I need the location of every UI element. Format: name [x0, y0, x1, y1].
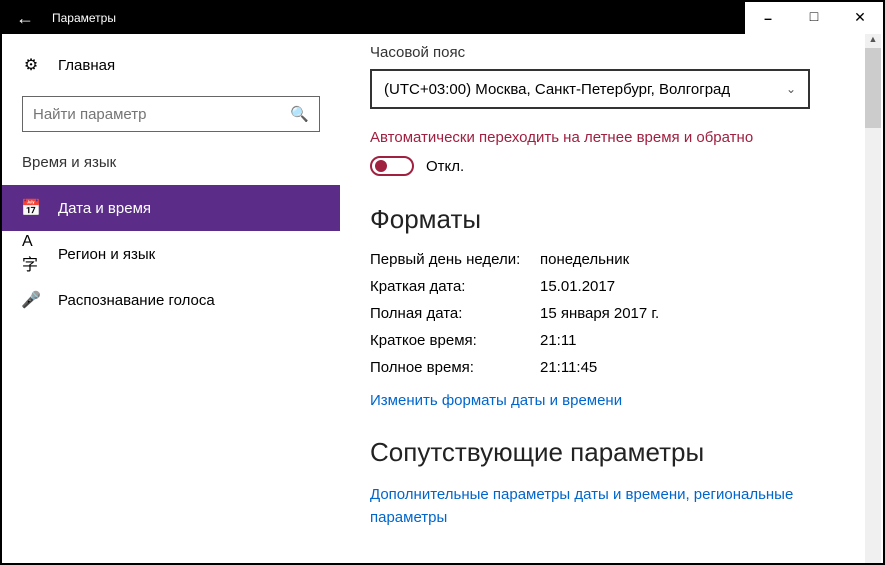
sidebar-item-region[interactable]: A字 Регион и язык	[2, 231, 340, 277]
close-button[interactable]: ✕	[837, 2, 883, 34]
back-button[interactable]: ←	[2, 8, 48, 29]
sidebar-item-speech[interactable]: 🎤 Распознавание голоса	[2, 277, 340, 323]
row-key: Первый день недели:	[370, 251, 540, 268]
timezone-label: Часовой пояс	[370, 44, 853, 61]
scrollbar-thumb[interactable]	[865, 48, 881, 128]
category-label: Время и язык	[2, 150, 340, 185]
row-val: 15 января 2017 г.	[540, 305, 659, 322]
related-settings-link[interactable]: Дополнительные параметры даты и времени,…	[370, 484, 853, 529]
timezone-value: (UTC+03:00) Москва, Санкт-Петербург, Вол…	[384, 81, 730, 98]
clock-icon: 📅	[22, 199, 40, 217]
sidebar-item-datetime[interactable]: 📅 Дата и время	[2, 185, 340, 231]
microphone-icon: 🎤	[22, 291, 40, 309]
gear-icon: ⚙	[22, 56, 40, 74]
sidebar-item-label: Регион и язык	[58, 246, 155, 263]
sidebar-item-label: Дата и время	[58, 200, 151, 217]
main-panel: Часовой пояс (UTC+03:00) Москва, Санкт-П…	[340, 34, 883, 563]
toggle-state: Откл.	[426, 158, 464, 175]
timezone-dropdown[interactable]: (UTC+03:00) Москва, Санкт-Петербург, Вол…	[370, 69, 810, 109]
dst-toggle[interactable]	[370, 156, 414, 176]
row-val: 15.01.2017	[540, 278, 615, 295]
chevron-down-icon: ⌄	[786, 82, 796, 96]
toggle-knob	[375, 160, 387, 172]
row-key: Краткая дата:	[370, 278, 540, 295]
search-input[interactable]	[33, 106, 290, 123]
formats-heading: Форматы	[370, 204, 853, 235]
home-label: Главная	[58, 57, 115, 74]
row-key: Полная дата:	[370, 305, 540, 322]
language-icon: A字	[22, 245, 40, 263]
row-val: понедельник	[540, 251, 629, 268]
sidebar-item-label: Распознавание голоса	[58, 292, 215, 309]
related-heading: Сопутствующие параметры	[370, 437, 853, 468]
row-val: 21:11:45	[540, 359, 597, 376]
scrollbar[interactable]: ▲	[865, 34, 881, 563]
minimize-button[interactable]: –	[745, 2, 791, 34]
change-formats-link[interactable]: Изменить форматы даты и времени	[370, 392, 622, 409]
search-icon: 🔍	[290, 105, 309, 123]
sidebar: ⚙ Главная 🔍 Время и язык 📅 Дата и время …	[2, 34, 340, 563]
scroll-up-icon[interactable]: ▲	[865, 34, 881, 44]
row-val: 21:11	[540, 332, 576, 349]
dst-label: Автоматически переходить на летнее время…	[370, 129, 853, 146]
home-button[interactable]: ⚙ Главная	[2, 46, 340, 84]
window-title: Параметры	[48, 11, 745, 25]
row-key: Полное время:	[370, 359, 540, 376]
maximize-button[interactable]: □	[791, 2, 837, 34]
search-input-wrapper[interactable]: 🔍	[22, 96, 320, 132]
row-key: Краткое время:	[370, 332, 540, 349]
